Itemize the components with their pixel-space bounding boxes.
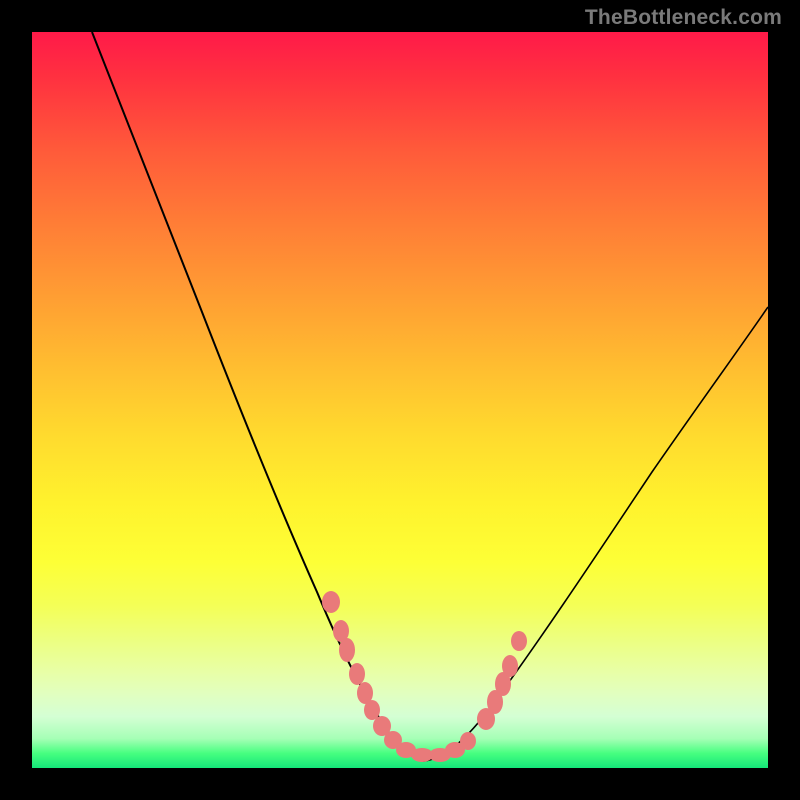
chart-svg [32, 32, 768, 768]
right-curve [424, 307, 768, 761]
dot [460, 732, 476, 750]
dot [502, 655, 518, 677]
left-curve [92, 32, 424, 761]
dot [322, 591, 340, 613]
chart-frame: TheBottleneck.com [0, 0, 800, 800]
scatter-dots [322, 591, 527, 762]
dot [511, 631, 527, 651]
dot [339, 638, 355, 662]
dot [349, 663, 365, 685]
dot [364, 700, 380, 720]
plot-area [32, 32, 768, 768]
watermark-label: TheBottleneck.com [585, 6, 782, 30]
